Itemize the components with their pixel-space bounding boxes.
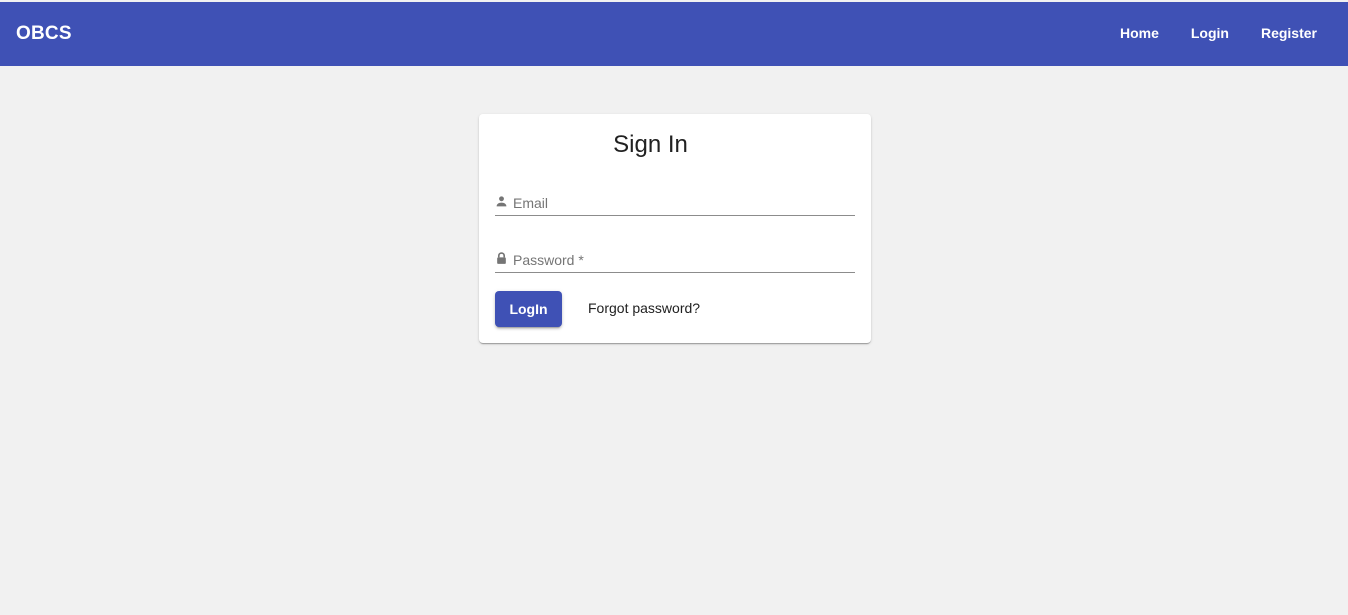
top-nav: Home Login Register bbox=[1120, 25, 1317, 41]
nav-login-link[interactable]: Login bbox=[1191, 25, 1229, 41]
forgot-password-link[interactable]: Forgot password? bbox=[588, 300, 700, 316]
nav-home-link[interactable]: Home bbox=[1120, 25, 1159, 41]
signin-title: Sign In bbox=[613, 131, 688, 158]
nav-register-link[interactable]: Register bbox=[1261, 25, 1317, 41]
brand-title[interactable]: OBCS bbox=[16, 23, 72, 45]
top-toolbar: OBCS Home Login Register bbox=[0, 2, 1348, 66]
login-button[interactable]: LogIn bbox=[495, 291, 562, 327]
person-icon bbox=[495, 195, 508, 208]
lock-icon bbox=[495, 252, 508, 265]
password-input[interactable] bbox=[513, 254, 855, 270]
email-input[interactable] bbox=[513, 197, 855, 213]
password-field[interactable]: Password * bbox=[495, 243, 855, 273]
signin-card: Sign In Email Password * LogIn Forgot pa… bbox=[479, 114, 871, 343]
email-field[interactable]: Email bbox=[495, 186, 855, 216]
